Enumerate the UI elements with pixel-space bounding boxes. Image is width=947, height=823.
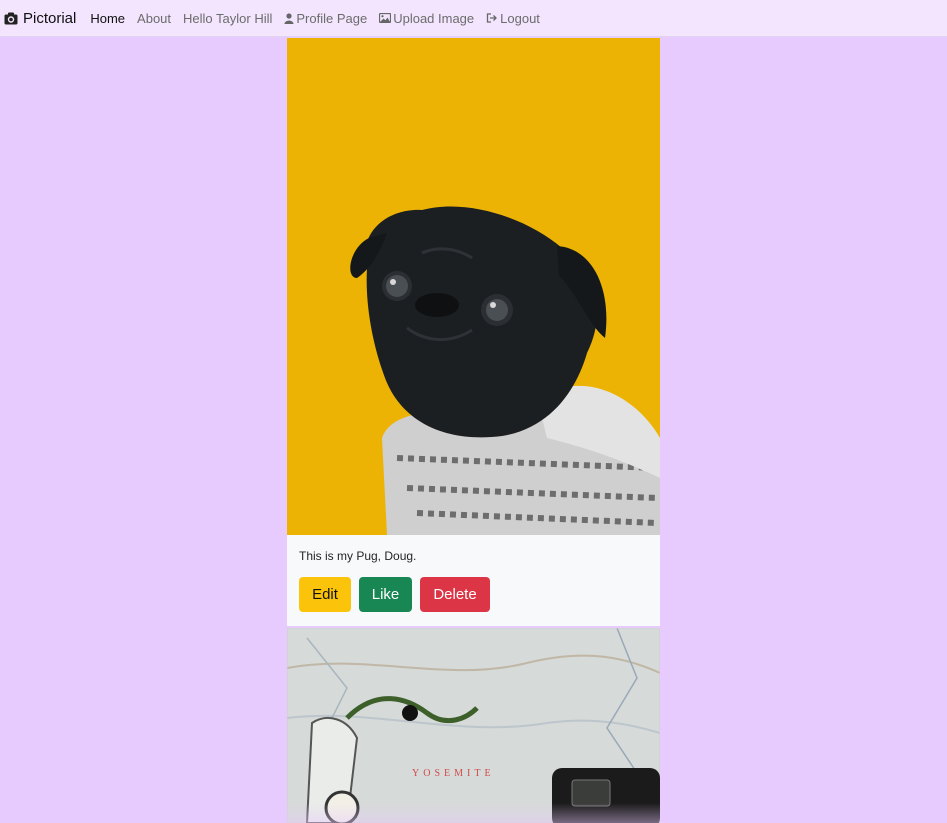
post-caption: This is my Pug, Doug.	[299, 549, 417, 563]
nav-profile[interactable]: Profile Page	[284, 11, 367, 26]
nav-upload[interactable]: Upload Image	[379, 11, 474, 26]
nav-logout[interactable]: Logout	[486, 11, 540, 26]
user-icon	[284, 12, 294, 24]
nav-home[interactable]: Home	[90, 11, 125, 26]
delete-button[interactable]: Delete	[420, 577, 490, 612]
nav-greeting-label: Hello Taylor Hill	[183, 10, 273, 26]
like-button[interactable]: Like	[359, 577, 412, 612]
pug-illustration	[350, 206, 660, 535]
nav-about-label: About	[137, 10, 172, 26]
brand-link[interactable]: Pictorial	[4, 10, 76, 27]
nav-greeting[interactable]: Hello Taylor Hill	[183, 11, 272, 26]
camera-icon	[4, 12, 18, 24]
nav-logout-label: Logout	[500, 10, 540, 26]
image-icon	[379, 13, 392, 23]
map-illustration	[287, 628, 660, 823]
map-photo: YOSEMITE	[287, 628, 660, 823]
nav-home-label: Home	[90, 10, 126, 26]
edit-button[interactable]: Edit	[299, 577, 351, 612]
logout-icon	[487, 13, 498, 23]
post-card: This is my Pug, Doug. Edit Like Delete	[287, 38, 660, 626]
pug-photo	[287, 38, 660, 535]
brand-name: Pictorial	[23, 9, 77, 27]
navbar: Pictorial Home About Hello Taylor Hill P…	[0, 0, 947, 37]
map-label: YOSEMITE	[412, 768, 495, 779]
nav-profile-label: Profile Page	[296, 10, 368, 26]
nav-upload-label: Upload Image	[393, 10, 475, 26]
nav-about[interactable]: About	[137, 11, 171, 26]
